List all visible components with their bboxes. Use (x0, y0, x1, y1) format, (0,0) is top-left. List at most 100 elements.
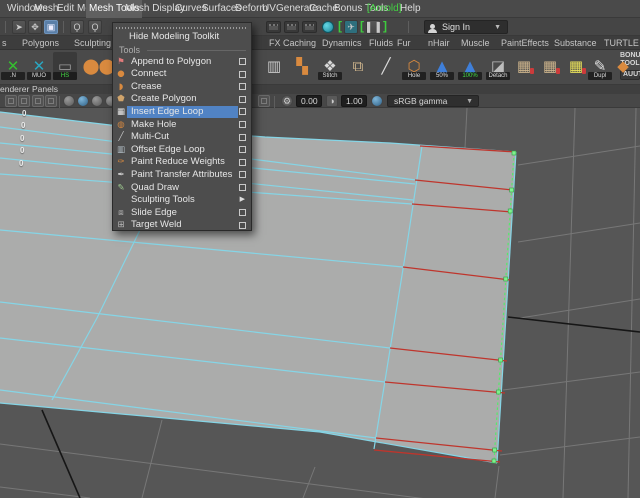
shelf-tab-fluids[interactable]: Fluids (369, 36, 393, 50)
paint-select-icon[interactable]: Ϙ (88, 20, 102, 34)
shelf-tab-s[interactable]: s (2, 36, 7, 50)
menu-item-insert-edge-loop[interactable]: ▦ Insert Edge Loop (113, 105, 251, 119)
menu-item-crease[interactable]: ◗ Crease (113, 81, 251, 94)
shelf-tab-polygons[interactable]: Polygons (22, 36, 59, 50)
option-box[interactable] (239, 83, 246, 91)
menu-item-paint-reduce-weights[interactable]: ✑ Paint Reduce Weights (113, 156, 251, 169)
four-pane-layout-icon[interactable] (18, 95, 30, 107)
option-box[interactable] (239, 171, 246, 179)
shelf-tab-muscle[interactable]: Muscle (461, 36, 490, 50)
menu-item-quad-draw[interactable]: ✎ Quad Draw (113, 182, 251, 195)
view-transform-dropdown[interactable]: sRGB gamma ▼ (387, 95, 479, 107)
status-bar: ➤ ✥ ▣ Ϙ Ϙ [ ✈ [ ▌▐ ] Sign In ▼ (0, 18, 640, 36)
component-select-icon[interactable]: ▣ (44, 20, 58, 34)
option-box[interactable] (239, 95, 246, 103)
shelf-tab-painteffects[interactable]: PaintEffects (501, 36, 549, 50)
menu-item-append-to-polygon[interactable]: ⚑ Append to Polygon (113, 56, 251, 69)
shelf-icon-hs[interactable]: ▭ HS (53, 52, 77, 80)
shelf-tab-fx-caching[interactable]: FX Caching (269, 36, 316, 50)
menu-item-create-polygon[interactable]: ⬟ Create Polygon (113, 93, 251, 106)
wireframe-mode-icon[interactable] (63, 95, 75, 107)
shelf-tab-turtle[interactable]: TURTLE (604, 36, 639, 50)
ipr-render-icon[interactable] (284, 21, 299, 33)
panel-menu-enderer[interactable]: enderer (0, 84, 29, 94)
edge-count-label: 0 (20, 134, 25, 143)
shelf-tab-substance[interactable]: Substance (554, 36, 597, 50)
shelf-icon-snap-n-label: .N (1, 72, 25, 80)
viewport-canvas[interactable] (0, 107, 640, 498)
menu-item-multi-cut[interactable]: ╱ Multi-Cut (113, 131, 251, 144)
shelf-icon-snap-n[interactable]: ✕ .N (1, 52, 25, 80)
menu-item-target-weld[interactable]: ⊞ Target Weld (113, 219, 251, 232)
option-box[interactable] (239, 158, 246, 166)
option-box[interactable] (239, 121, 246, 129)
option-box[interactable] (239, 146, 246, 154)
shelf-icon-pin-grid-1[interactable]: ▦ (512, 52, 536, 80)
shelf-tab-sculpting[interactable]: Sculpting (74, 36, 111, 50)
shelf-icon-muo[interactable]: ✕ MUO (27, 52, 51, 80)
shelf-icon-dupl[interactable]: ✎ Dupl (588, 52, 612, 80)
menu-tearoff-handle[interactable] (116, 26, 248, 29)
shelf-icon-pin-grid-2[interactable]: ▦ (538, 52, 562, 80)
menu-item-icon: ● (117, 69, 125, 80)
gamma-icon[interactable]: ◑ (326, 95, 338, 107)
playblast-icon[interactable]: ✈ (344, 20, 358, 34)
menu-item-slide-edge[interactable]: ⧈ Slide Edge (113, 207, 251, 220)
shelf-icon-door[interactable]: ▥ (262, 52, 286, 80)
shelf-icon-stitch[interactable]: ❖ Stitch (318, 52, 342, 80)
snapshot-icon[interactable]: ▌▐ (366, 20, 380, 34)
select-tool-icon[interactable]: ➤ (12, 20, 26, 34)
shelf-icon-detach-label: Detach (486, 72, 510, 80)
shelf-icon-detach[interactable]: ◪ Detach (486, 52, 510, 80)
shelf-icon-diamond[interactable]: ◆ (611, 52, 635, 80)
viewport[interactable]: 0 0 0 0 0 (0, 107, 640, 498)
single-pane-layout-icon[interactable] (5, 95, 17, 107)
option-box[interactable] (239, 209, 246, 217)
color-management-icon[interactable] (371, 95, 383, 107)
gamma-field[interactable]: 1.00 (341, 95, 367, 107)
shelf-icon-knife[interactable]: ╱ (374, 52, 398, 80)
menu-item-connect[interactable]: ● Connect (113, 68, 251, 81)
shelf-icon-tiles[interactable]: ▚ (290, 52, 314, 80)
option-box[interactable] (239, 133, 246, 141)
menu-item-offset-edge-loop[interactable]: ▥ Offset Edge Loop (113, 144, 251, 157)
menu-item-label: Create Polygon (131, 93, 197, 105)
option-box[interactable] (239, 184, 246, 192)
menubar-item-help[interactable]: Help (397, 0, 424, 18)
textured-mode-icon[interactable] (91, 95, 103, 107)
sign-in-button[interactable]: Sign In ▼ (424, 20, 508, 34)
menu-item-paint-transfer-attributes[interactable]: ✒ Paint Transfer Attributes (113, 169, 251, 182)
option-box[interactable] (239, 58, 246, 66)
render-icon[interactable] (266, 21, 281, 33)
lasso-tool-icon[interactable]: Ϙ (70, 20, 84, 34)
panel-menu-panels[interactable]: Panels (32, 84, 58, 94)
move-tool-icon[interactable]: ✥ (28, 20, 42, 34)
shelf-icon-yellow-grid[interactable]: ▦ (564, 52, 588, 80)
shelf-icon-tiles-glyph: ▚ (296, 57, 308, 75)
menu-item-make-hole[interactable]: ◍ Make Hole (113, 119, 251, 132)
render-settings-icon[interactable] (302, 21, 317, 33)
shelf-icon-50[interactable]: ▲ 50% (430, 52, 454, 80)
shaded-mode-icon[interactable] (77, 95, 89, 107)
shelf-icon-pin-grid-1-glyph: ▦ (516, 57, 532, 75)
exposure-icon[interactable]: ⚙ (281, 95, 293, 107)
option-box[interactable] (239, 70, 246, 78)
isolate-select-icon[interactable] (258, 95, 270, 107)
shelf-icon-stitch-label: Stitch (318, 72, 342, 80)
shelf-icon-hole[interactable]: ⬡ Hole (402, 52, 426, 80)
shelf-icon-100[interactable]: ▲ 100% (458, 52, 482, 80)
menu-item-sculpting-tools[interactable]: Sculpting Tools ▶ (113, 194, 251, 207)
render-view-icon[interactable] (322, 21, 334, 33)
divider (5, 21, 6, 33)
exposure-field[interactable]: 0.00 (296, 95, 322, 107)
option-box[interactable] (239, 108, 246, 116)
pane-layout-icon[interactable] (45, 95, 57, 107)
option-box[interactable] (239, 221, 246, 229)
pane-layout-icon[interactable] (32, 95, 44, 107)
shelf-tab-fur[interactable]: Fur (397, 36, 411, 50)
shelf-icon-pin-grid-2-glyph: ▦ (542, 57, 558, 75)
shelf-tab-nhair[interactable]: nHair (428, 36, 450, 50)
shelf-icon-layer-plus[interactable]: ⧉ (346, 52, 370, 80)
menu-item-hide-modeling-toolkit[interactable]: Hide Modeling Toolkit (113, 31, 251, 44)
shelf-tab-dynamics[interactable]: Dynamics (322, 36, 362, 50)
